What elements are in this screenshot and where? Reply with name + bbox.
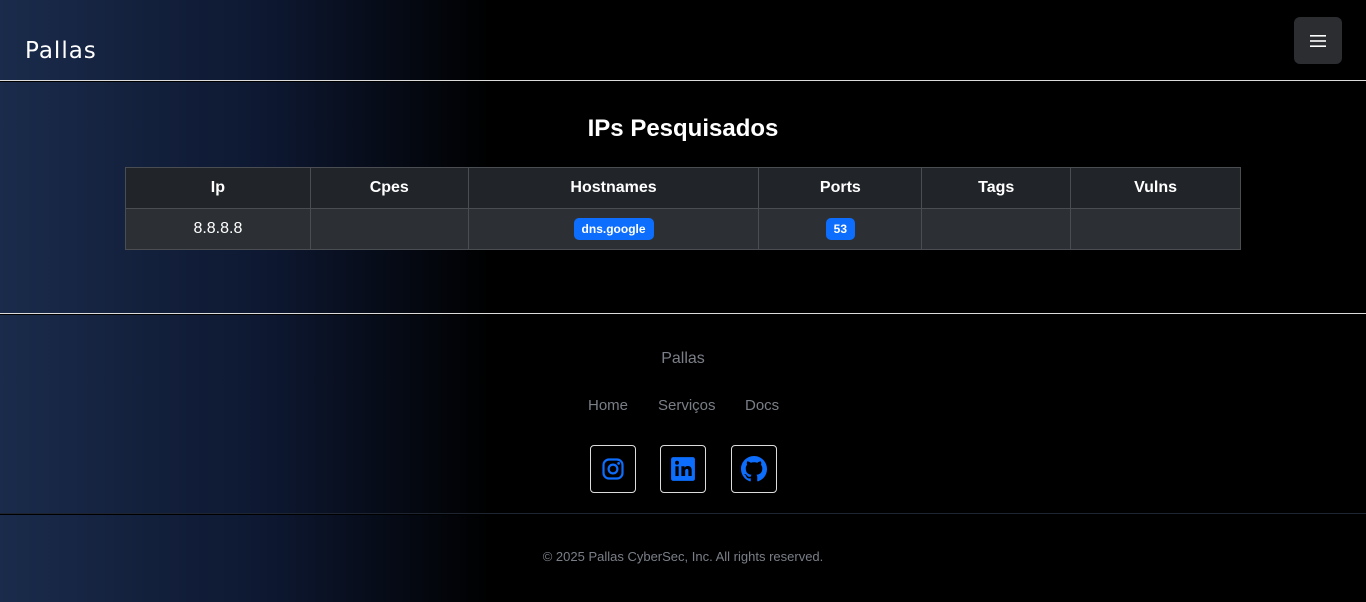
column-header-cpes: Cpes xyxy=(309,167,469,209)
cell-vulns xyxy=(1070,208,1241,250)
navbar: Pallas xyxy=(0,0,1366,81)
instagram-icon xyxy=(602,458,624,480)
footer-brand: Pallas xyxy=(661,350,705,367)
footer-link-docs[interactable]: Docs xyxy=(745,397,779,414)
hamburger-menu-icon xyxy=(1310,34,1326,47)
column-header-ports: Ports xyxy=(758,167,923,209)
footer-link-home[interactable]: Home xyxy=(588,397,628,414)
footer-bottom: © 2025 Pallas CyberSec, Inc. All rights … xyxy=(0,515,1366,602)
column-header-vulns: Vulns xyxy=(1070,167,1241,209)
column-header-hostnames: Hostnames xyxy=(467,167,760,209)
port-badge: 53 xyxy=(825,218,856,240)
menu-toggle-button[interactable] xyxy=(1294,17,1342,64)
linkedin-icon xyxy=(671,457,695,481)
table-header-row: Ip Cpes Hostnames Ports Tags Vulns xyxy=(125,167,1241,209)
cell-hostnames: dns.google xyxy=(467,208,760,250)
main-content: IPs Pesquisados Ip Cpes Hostnames Ports … xyxy=(0,82,1366,314)
brand-logo-link[interactable]: Pallas xyxy=(25,38,97,64)
table-row: 8.8.8.8 dns.google 53 xyxy=(125,208,1241,250)
column-header-ip: Ip xyxy=(125,167,311,209)
footer: Pallas Home Serviços Docs xyxy=(0,315,1366,514)
page-title: IPs Pesquisados xyxy=(587,115,779,142)
cell-cpes xyxy=(309,208,469,250)
footer-link-servicos[interactable]: Serviços xyxy=(658,397,716,414)
github-icon xyxy=(741,456,767,482)
ip-results-table: Ip Cpes Hostnames Ports Tags Vulns 8.8.8… xyxy=(125,167,1241,250)
cell-ip: 8.8.8.8 xyxy=(125,208,311,250)
instagram-link[interactable] xyxy=(590,445,636,493)
cell-tags xyxy=(921,208,1072,250)
github-link[interactable] xyxy=(731,445,777,493)
copyright-text: © 2025 Pallas CyberSec, Inc. All rights … xyxy=(542,549,824,564)
column-header-tags: Tags xyxy=(921,167,1072,209)
linkedin-link[interactable] xyxy=(660,445,706,493)
cell-ports: 53 xyxy=(758,208,923,250)
hostname-badge: dns.google xyxy=(573,218,654,240)
